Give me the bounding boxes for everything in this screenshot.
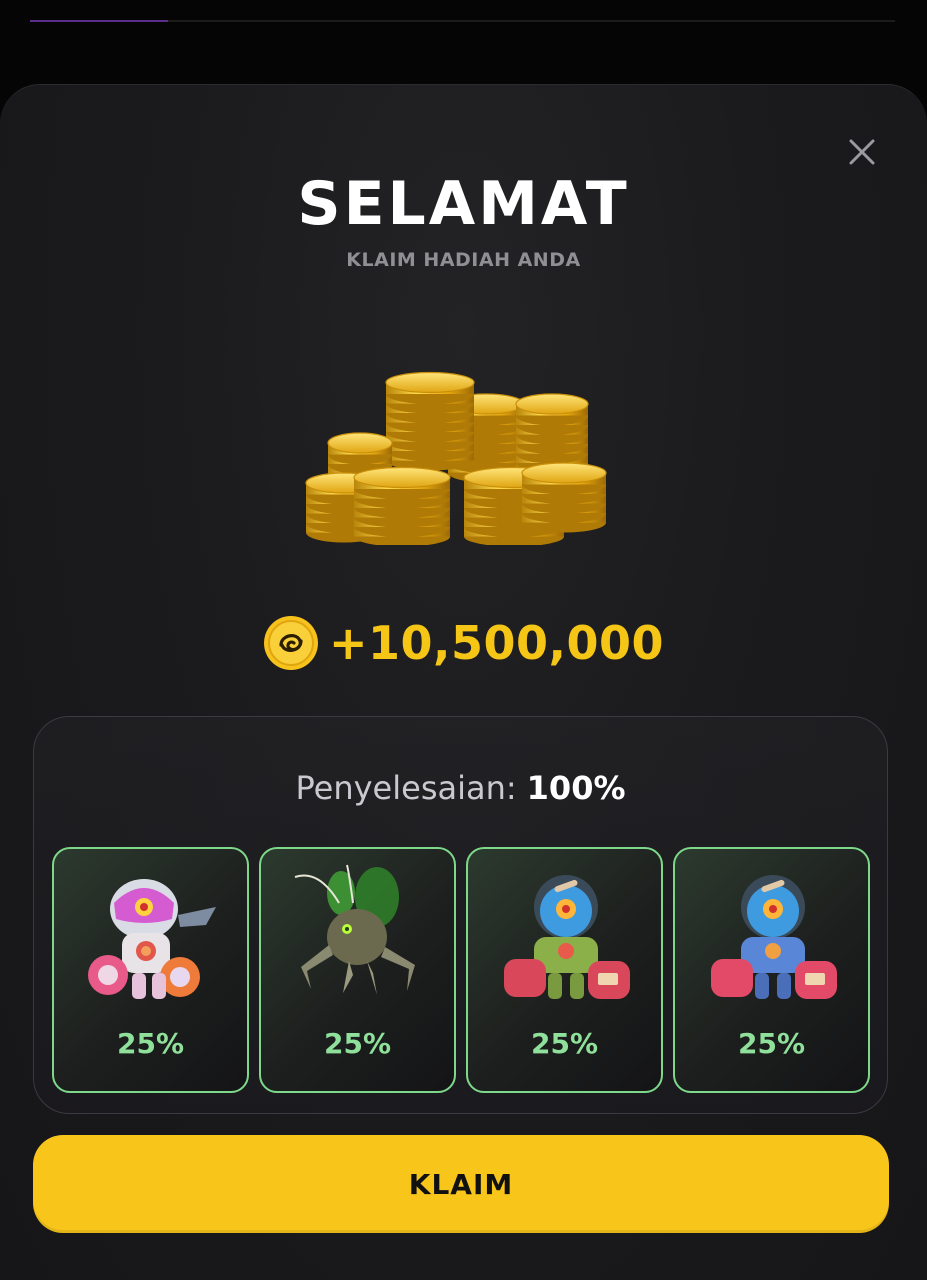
- blue-robot-astronaut-icon: [711, 875, 837, 999]
- character-card[interactable]: 25%: [673, 847, 870, 1093]
- reward-amount: +10,500,000: [328, 616, 665, 670]
- character-card[interactable]: 25%: [52, 847, 249, 1093]
- completion-label: Penyelesaian:: [295, 769, 517, 807]
- close-icon-glyph: [849, 139, 875, 165]
- reward-amount-row: +10,500,000: [0, 615, 927, 671]
- completion-text: Penyelesaian: 100%: [34, 769, 887, 807]
- completion-value: 100%: [526, 769, 626, 807]
- background-progress-fill: [30, 20, 169, 22]
- character-percent: 25%: [323, 1027, 392, 1060]
- close-icon[interactable]: [845, 135, 879, 169]
- completion-card: Penyelesaian: 100% 25% 25% 25% 25%: [33, 716, 888, 1114]
- coin-top: [353, 466, 451, 489]
- screen: SELAMAT KLAIM HADIAH ANDA +10,500,000 Pe…: [0, 0, 927, 1280]
- reward-modal: SELAMAT KLAIM HADIAH ANDA +10,500,000 Pe…: [0, 84, 927, 1280]
- green-insect-drone-icon: [294, 864, 415, 995]
- character-percent: 25%: [737, 1027, 806, 1060]
- gold-coins-stack-icon: [305, 371, 607, 545]
- character-percent: 25%: [116, 1027, 185, 1060]
- coin-top: [515, 393, 589, 415]
- coin-top: [327, 432, 393, 454]
- coin-token-icon: [263, 616, 318, 670]
- coin-top: [385, 371, 475, 394]
- character-cards: 25% 25% 25% 25%: [52, 847, 870, 1093]
- modal-subtitle: KLAIM HADIAH ANDA: [346, 249, 581, 271]
- coin-top: [521, 462, 607, 484]
- character-card[interactable]: 25%: [466, 847, 663, 1093]
- green-robot-astronaut-icon: [504, 875, 630, 999]
- pink-robot-astronaut-icon: [88, 879, 216, 999]
- background-progress-bar: [30, 20, 895, 22]
- character-card[interactable]: 25%: [259, 847, 456, 1093]
- claim-button[interactable]: KLAIM: [33, 1135, 889, 1233]
- modal-title: SELAMAT: [297, 169, 630, 239]
- character-percent: 25%: [530, 1027, 599, 1060]
